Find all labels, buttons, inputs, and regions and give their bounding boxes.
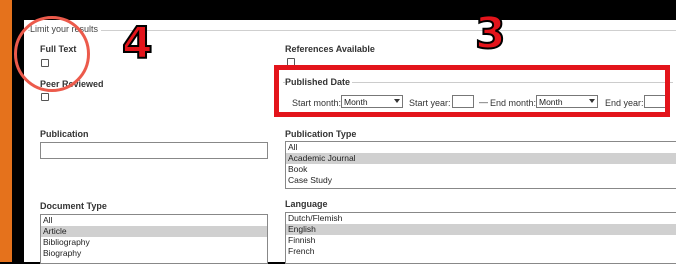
- publication-label: Publication: [40, 129, 89, 139]
- list-item[interactable]: All: [41, 215, 267, 226]
- full-text-highlight-circle: [14, 16, 90, 92]
- list-item[interactable]: Case Study: [286, 175, 676, 186]
- list-item[interactable]: French: [286, 246, 676, 257]
- top-dark-bar: [12, 0, 676, 20]
- peer-reviewed-checkbox[interactable]: [41, 93, 49, 101]
- list-item[interactable]: Article: [41, 226, 267, 237]
- publication-input[interactable]: [40, 142, 268, 159]
- list-item[interactable]: English: [286, 224, 676, 235]
- publication-type-label: Publication Type: [285, 129, 357, 139]
- references-available-label: References Available: [285, 44, 375, 54]
- list-item[interactable]: Finnish: [286, 235, 676, 246]
- document-type-label: Document Type: [40, 201, 107, 211]
- published-date-highlight-box: [274, 65, 670, 117]
- list-item[interactable]: Academic Journal: [286, 153, 676, 164]
- publication-type-listbox[interactable]: All Academic Journal Book Case Study: [285, 141, 676, 189]
- list-item[interactable]: Bibliography: [41, 237, 267, 248]
- step-3-annotation: 3: [474, 8, 507, 59]
- language-label: Language: [285, 199, 328, 209]
- step-4-annotation: 4: [121, 18, 154, 69]
- document-type-listbox[interactable]: All Article Bibliography Biography: [40, 214, 268, 264]
- language-listbox[interactable]: Dutch/Flemish English Finnish French: [285, 212, 676, 264]
- list-item[interactable]: Book: [286, 164, 676, 175]
- list-item[interactable]: Biography: [41, 248, 267, 259]
- list-item[interactable]: Dutch/Flemish: [286, 213, 676, 224]
- left-accent-strip: [0, 0, 12, 262]
- list-item[interactable]: All: [286, 142, 676, 153]
